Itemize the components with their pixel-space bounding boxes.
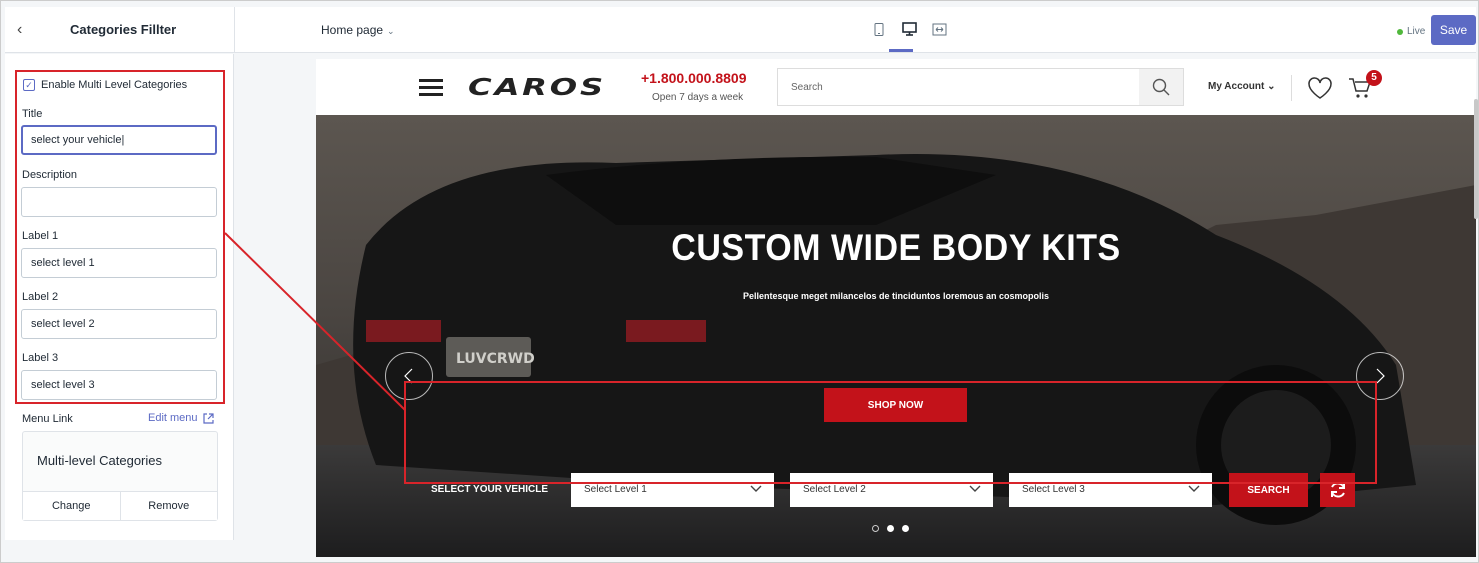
select-vehicle-label: SELECT YOUR VEHICLE (431, 484, 549, 495)
cart-count-badge: 5 (1366, 70, 1382, 86)
chevron-down-icon: ⌄ (387, 26, 395, 36)
level3-select-value: Select Level 3 (1022, 484, 1085, 495)
my-account-menu[interactable]: My Account ⌄ (1208, 81, 1275, 92)
title-input-value: select your vehicle (31, 134, 122, 146)
back-arrow-icon[interactable]: ‹ (17, 21, 22, 39)
divider (234, 7, 235, 53)
live-dot-icon (1397, 28, 1403, 35)
wishlist-heart-icon[interactable] (1307, 76, 1333, 100)
hero-subtitle: Pellentesque meget milancelos de tincidu… (742, 291, 1050, 301)
plate-text: LUVCRWD (456, 351, 535, 367)
hero-slideshow: LUVCRWD CUSTOM WIDE BODY KITS Pellentesq… (316, 115, 1476, 557)
label1-input[interactable]: select level 1 (21, 248, 217, 278)
description-input[interactable] (21, 187, 217, 217)
menu-name: Multi-level Categories (37, 453, 162, 468)
label1-label: Label 1 (22, 230, 59, 242)
checkbox-checked-icon[interactable]: ✓ (23, 79, 35, 91)
menu-link-label: Menu Link (22, 413, 73, 425)
mobile-view-icon[interactable] (871, 21, 887, 37)
header-divider (1291, 75, 1292, 101)
panel-title: Categories Fillter (70, 22, 177, 37)
chevron-down-icon (1188, 485, 1200, 492)
theme-editor: ‹ Categories Fillter Home page ⌄ Live Sav… (0, 0, 1479, 563)
enable-multi-level-label: Enable Multi Level Categories (41, 79, 188, 91)
edit-menu-label: Edit menu (148, 412, 198, 424)
search-icon (1152, 78, 1170, 96)
slide-dot[interactable] (887, 525, 894, 532)
label3-label: Label 3 (22, 352, 59, 364)
page-selector[interactable]: Home page ⌄ (321, 23, 395, 37)
editor-top-bar: ‹ Categories Fillter Home page ⌄ Live Sav… (5, 7, 1476, 53)
search-button[interactable] (1139, 69, 1183, 105)
page-selector-label: Home page (321, 23, 384, 37)
label2-input[interactable]: select level 2 (21, 309, 217, 339)
save-button[interactable]: Save (1431, 15, 1476, 45)
settings-sidebar: ✓ Enable Multi Level Categories Title se… (5, 54, 234, 540)
site-search-input[interactable]: Search (777, 68, 1184, 106)
preview-scrollbar[interactable] (1474, 99, 1478, 219)
slide-dot[interactable] (902, 525, 909, 532)
device-switcher (871, 21, 947, 37)
edit-menu-link[interactable]: Edit menu (148, 412, 214, 424)
fullscreen-view-icon[interactable] (931, 21, 947, 37)
my-account-label: My Account (1208, 81, 1265, 92)
slide-indicators (872, 525, 909, 532)
menu-card-actions: Change Remove (23, 491, 217, 520)
description-label: Description (22, 169, 78, 181)
slide-dot[interactable] (872, 525, 879, 532)
change-menu-button[interactable]: Change (23, 492, 121, 520)
level1-select-value: Select Level 1 (584, 484, 647, 495)
logo-text: CAROS (468, 75, 606, 98)
desktop-view-icon[interactable] (901, 21, 917, 37)
site-header: CAROS +1.800.000.8809 Open 7 days a week… (316, 59, 1476, 115)
chevron-down-icon (750, 485, 762, 492)
menu-card: Multi-level Categories Change Remove (22, 431, 218, 521)
level2-select-value: Select Level 2 (803, 484, 866, 495)
active-device-indicator (889, 49, 913, 52)
external-link-icon (202, 412, 214, 424)
annotation-box-preview (404, 381, 1377, 484)
remove-menu-button[interactable]: Remove (121, 492, 218, 520)
live-status: Live (1397, 26, 1425, 37)
live-status-label: Live (1407, 26, 1426, 37)
search-placeholder: Search (791, 82, 823, 93)
caros-logo[interactable]: CAROS (468, 74, 608, 98)
phone-number[interactable]: +1.800.000.8809 (641, 70, 747, 86)
hero-title: CUSTOM WIDE BODY KITS (671, 227, 1121, 269)
enable-multi-level-checkbox-row[interactable]: ✓ Enable Multi Level Categories (23, 79, 187, 91)
chevron-down-icon: ⌄ (1267, 81, 1276, 92)
label2-label: Label 2 (22, 291, 59, 303)
hamburger-menu-icon[interactable] (419, 79, 443, 96)
phone-hours: Open 7 days a week (652, 92, 744, 103)
chevron-down-icon (969, 485, 981, 492)
title-input[interactable]: select your vehicle| (21, 125, 217, 155)
label3-input[interactable]: select level 3 (21, 370, 217, 400)
title-label: Title (22, 108, 43, 120)
